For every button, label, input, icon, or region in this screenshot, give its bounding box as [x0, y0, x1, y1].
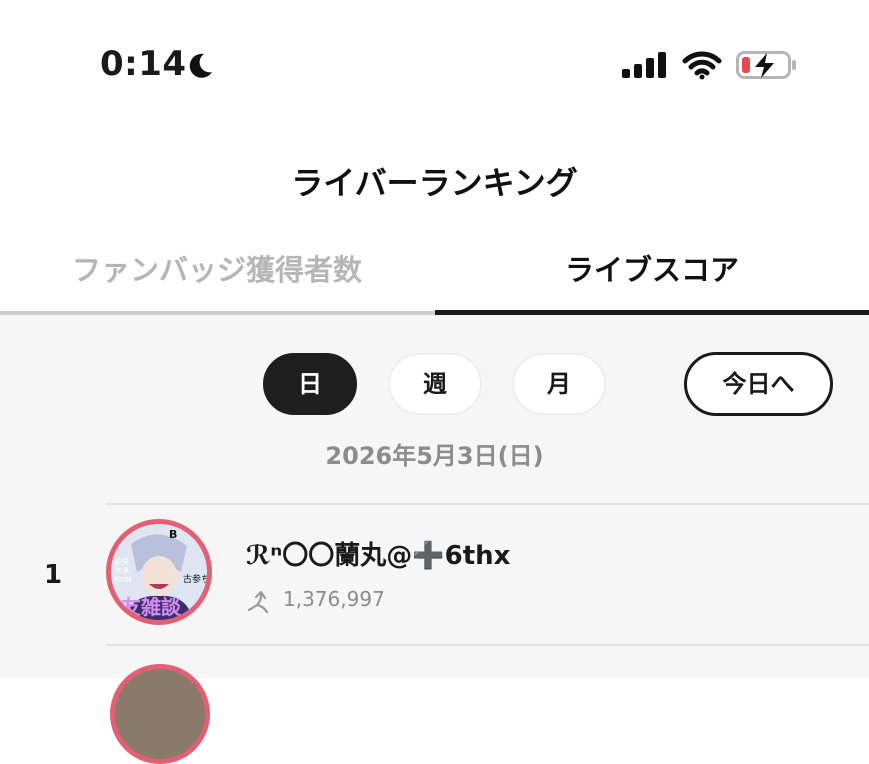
period-month-button[interactable]: 月	[512, 353, 606, 415]
signal-icon	[622, 52, 666, 78]
live-score: 1,376,997	[283, 587, 385, 611]
avatar-text-line1: 初見	[115, 557, 129, 566]
avatar-text-line3: ROM	[115, 576, 131, 584]
avatar-text-line2: 常連	[115, 566, 129, 575]
avatar-text-side: 古参ちゃん	[183, 573, 207, 585]
period-day-button[interactable]: 日	[263, 353, 357, 415]
moon-icon	[189, 53, 212, 78]
tab-fan-badge[interactable]: ファンバッジ獲得者数	[0, 240, 434, 312]
wifi-icon	[682, 51, 722, 80]
status-bar: 0:14	[0, 0, 869, 120]
period-week-button[interactable]: 週	[388, 353, 482, 415]
tab-live-score[interactable]: ライブスコア	[435, 240, 869, 312]
score-arrow-icon	[247, 590, 269, 614]
divider	[106, 503, 869, 505]
rank-number: 1	[44, 560, 63, 590]
avatar-text-bottom: 友雑談	[121, 595, 182, 619]
battery-charging-icon	[736, 51, 796, 79]
avatar[interactable]: B 初見 常連 ROM 古参ちゃん 友雑談	[106, 519, 212, 625]
liver-name: ℛⁿ〇〇蘭丸@➕6thx	[246, 541, 511, 571]
avatar[interactable]	[110, 664, 210, 764]
status-time: 0:14	[100, 44, 187, 84]
avatar-image: B 初見 常連 ROM 古参ちゃん 友雑談	[111, 524, 207, 620]
today-button[interactable]: 今日へ	[684, 352, 833, 416]
divider	[106, 644, 869, 646]
avatar-text-b: B	[169, 528, 177, 541]
page-title: ライバーランキング	[291, 164, 578, 202]
ranking-tabs: ファンバッジ獲得者数 ライブスコア	[0, 240, 869, 316]
date-label: 2026年5月3日(日)	[325, 442, 544, 470]
